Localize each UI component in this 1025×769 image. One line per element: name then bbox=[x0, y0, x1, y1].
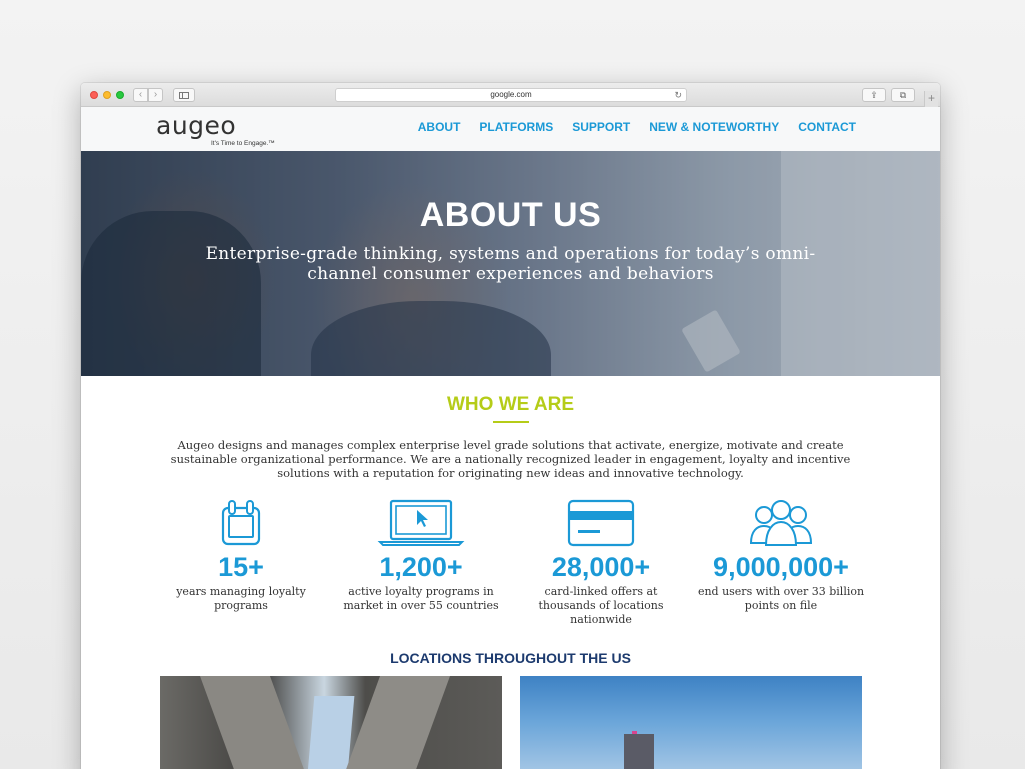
url-text: google.com bbox=[490, 90, 532, 99]
sidebar-icon bbox=[179, 92, 189, 99]
stats-row: 15+ years managing loyalty programs 1,20… bbox=[151, 496, 871, 631]
users-group-icon bbox=[691, 496, 871, 548]
photo-sky bbox=[305, 696, 355, 769]
stat-programs: 1,200+ active loyalty programs in market… bbox=[331, 496, 511, 613]
stat-offers: 28,000+ card-linked offers at thousands … bbox=[511, 496, 691, 627]
stat-label: active loyalty programs in market in ove… bbox=[343, 585, 499, 612]
nav-support[interactable]: SUPPORT bbox=[572, 120, 630, 134]
nav-about[interactable]: ABOUT bbox=[418, 120, 461, 134]
stat-value: 1,200+ bbox=[379, 552, 463, 582]
stat-users: 9,000,000+ end users with over 33 billio… bbox=[691, 496, 871, 613]
plus-icon: + bbox=[927, 91, 935, 105]
augeo-logo[interactable]: augeo It's Time to Engage.™ bbox=[156, 111, 275, 148]
stat-value: 9,000,000+ bbox=[713, 552, 849, 582]
stat-value: 28,000+ bbox=[551, 552, 651, 582]
address-bar[interactable]: google.com ↻ bbox=[335, 88, 687, 102]
location-photo-skyline[interactable] bbox=[520, 676, 862, 769]
locations-heading: LOCATIONS THROUGHOUT THE US bbox=[390, 650, 631, 666]
nav-new-noteworthy[interactable]: NEW & NOTEWORTHY bbox=[649, 120, 779, 134]
browser-toolbar: ‹ › google.com ↻ ⇪ ⧉ + bbox=[81, 83, 940, 107]
logo-wordmark: augeo bbox=[156, 111, 237, 140]
tabs-icon: ⧉ bbox=[899, 90, 907, 100]
new-tab-button[interactable]: + bbox=[924, 91, 938, 107]
sidebar-toggle-button[interactable] bbox=[173, 88, 195, 102]
credit-card-icon bbox=[511, 496, 691, 548]
show-tabs-button[interactable]: ⧉ bbox=[891, 88, 915, 102]
stat-label: years managing loyalty programs bbox=[176, 585, 306, 612]
share-button[interactable]: ⇪ bbox=[862, 88, 886, 102]
heading-underline bbox=[493, 421, 529, 423]
reload-icon[interactable]: ↻ bbox=[674, 89, 682, 101]
stat-label: end users with over 33 billion points on… bbox=[697, 585, 865, 612]
nav-contact[interactable]: CONTACT bbox=[798, 120, 856, 134]
hero-subtitle: Enterprise-grade thinking, systems and o… bbox=[205, 244, 816, 284]
who-we-are-intro: Augeo designs and manages complex enterp… bbox=[170, 438, 851, 480]
zoom-window-button[interactable] bbox=[116, 91, 124, 99]
laptop-cursor-icon bbox=[331, 496, 511, 548]
stat-value: 15+ bbox=[218, 552, 264, 582]
minimize-window-button[interactable] bbox=[103, 91, 111, 99]
back-button[interactable]: ‹ bbox=[133, 88, 148, 102]
calendar-icon bbox=[151, 496, 331, 548]
photo-tower bbox=[624, 734, 654, 769]
stat-years: 15+ years managing loyalty programs bbox=[151, 496, 331, 613]
hero-title: ABOUT US bbox=[419, 196, 602, 234]
hero-banner: ABOUT US Enterprise-grade thinking, syst… bbox=[81, 151, 940, 376]
location-photo-bridge[interactable] bbox=[160, 676, 502, 769]
logo-tagline: It's Time to Engage.™ bbox=[211, 140, 275, 147]
photo-beam bbox=[192, 676, 318, 769]
close-window-button[interactable] bbox=[90, 91, 98, 99]
chevron-right-icon: › bbox=[153, 89, 158, 100]
browser-window: ‹ › google.com ↻ ⇪ ⧉ + augeo It's Time t… bbox=[81, 83, 940, 769]
stat-label: card-linked offers at thousands of locat… bbox=[538, 585, 664, 626]
forward-button[interactable]: › bbox=[148, 88, 163, 102]
site-header: augeo It's Time to Engage.™ ABOUT PLATFO… bbox=[81, 107, 940, 151]
share-icon: ⇪ bbox=[870, 90, 878, 100]
who-we-are-heading: WHO WE ARE bbox=[446, 394, 574, 415]
nav-platforms[interactable]: PLATFORMS bbox=[479, 120, 553, 134]
chevron-left-icon: ‹ bbox=[138, 89, 143, 100]
main-nav: ABOUT PLATFORMS SUPPORT NEW & NOTEWORTHY… bbox=[399, 120, 856, 134]
